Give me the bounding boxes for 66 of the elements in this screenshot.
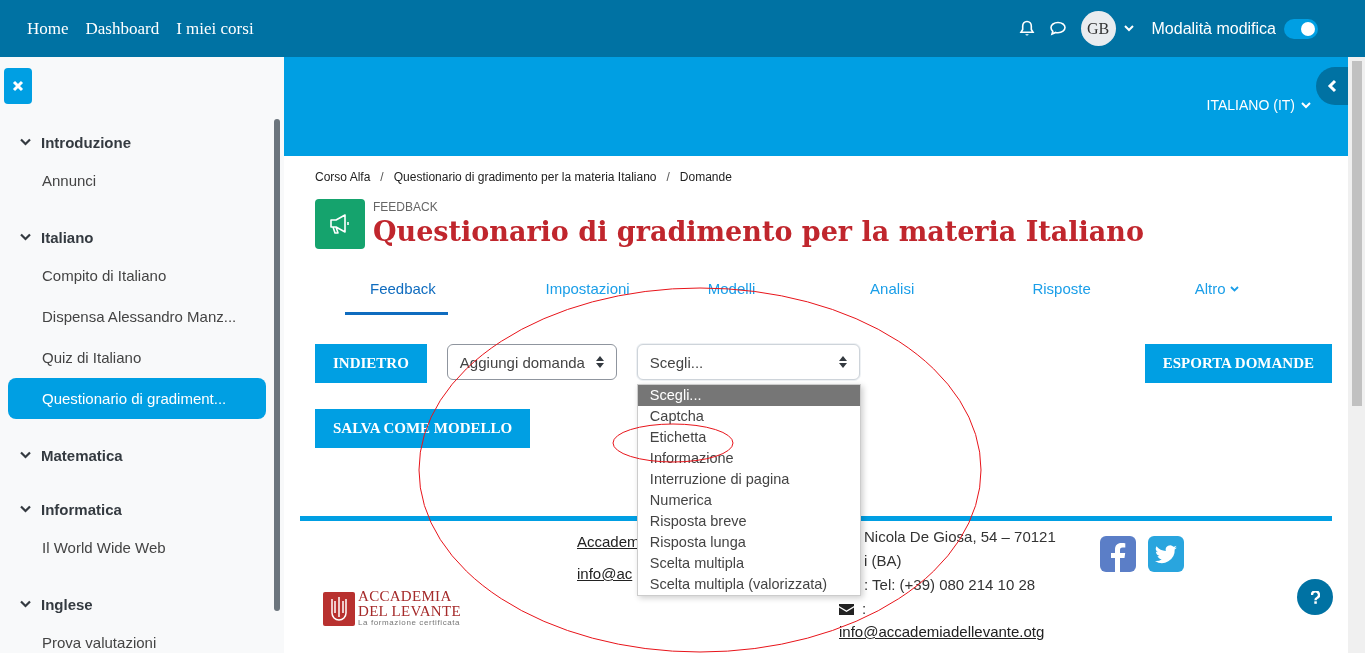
breadcrumb-separator: / (380, 170, 384, 184)
facebook-icon[interactable] (1100, 536, 1136, 572)
chevron-icon[interactable] (20, 451, 31, 459)
email-link[interactable]: info@accademiadellevante.otg (839, 621, 1056, 643)
section-title[interactable]: Inglese (41, 595, 93, 613)
caret-icon[interactable] (1123, 25, 1134, 32)
sidebar-item[interactable]: Prova valutazioni (8, 622, 266, 653)
footer-link[interactable]: Accadem (577, 531, 640, 553)
section-title[interactable]: Informatica (41, 500, 122, 518)
sidebar-item[interactable]: Il World Wide Web (8, 527, 266, 568)
nav-link[interactable]: I miei corsi (176, 18, 254, 39)
twitter-icon[interactable] (1148, 536, 1184, 572)
sidebar-item[interactable]: Annunci (8, 160, 266, 201)
close-sidebar-button[interactable] (4, 68, 32, 104)
page-title: Questionario di gradimento per la materia Italiano (373, 215, 1144, 249)
section-title[interactable]: Italiano (41, 228, 94, 246)
dropdown-option[interactable]: Risposta breve (637, 511, 860, 532)
sidebar-scrollbar[interactable] (274, 119, 280, 611)
sidebar-item[interactable]: Dispensa Alessandro Manz... (8, 296, 266, 337)
dropdown-option[interactable]: Interruzione di pagina (637, 469, 860, 490)
sidebar-item[interactable]: Compito di Italiano (8, 255, 266, 296)
academy-logo-icon (322, 591, 356, 627)
dropdown-option[interactable]: Etichetta (637, 427, 860, 448)
help-button[interactable] (1297, 579, 1333, 615)
sort-arrows-icon (595, 356, 604, 368)
question-mark-icon (1310, 590, 1320, 604)
chat-bubble-icon[interactable] (1048, 21, 1067, 36)
sidebar-item[interactable]: Quiz di Italiano (8, 337, 266, 378)
tab[interactable]: Feedback (345, 269, 449, 315)
logo-tagline: La formazione certificata (358, 619, 461, 627)
page-scrollbar[interactable] (1348, 57, 1365, 653)
email-label: : (862, 599, 867, 619)
question-type-select[interactable]: Scegli... (636, 344, 860, 380)
chevron-icon[interactable] (20, 138, 31, 146)
dropdown-option[interactable]: Captcha (637, 406, 860, 427)
breadcrumb-link[interactable]: Questionario di gradimento per la materia Italiano (393, 170, 657, 184)
nav-link[interactable]: Home (27, 18, 69, 39)
dropdown-option[interactable]: Scelta multipla (valorizzata) (637, 574, 860, 595)
breadcrumb-separator: / (666, 170, 670, 184)
breadcrumb-link[interactable]: Domande (679, 170, 732, 184)
footer-link[interactable]: info@ac (577, 563, 640, 585)
breadcrumb-link[interactable]: Corso Alfa (315, 170, 371, 184)
dropdown-option[interactable]: Numerica (637, 490, 860, 511)
activity-type-label: FEEDBACK (373, 200, 439, 214)
chevron-left-icon (1327, 79, 1337, 93)
chevron-icon[interactable] (20, 600, 31, 608)
logo-name: ACCADEMIA (358, 589, 453, 604)
chevron-icon[interactable] (20, 233, 31, 241)
nav-link[interactable]: Dashboard (85, 18, 160, 39)
dropdown-option[interactable]: Risposta lunga (637, 532, 860, 553)
open-drawer-button[interactable] (1316, 67, 1348, 105)
dropdown-option[interactable]: Scelta multipla (637, 553, 860, 574)
edit-mode-toggle[interactable] (1284, 18, 1318, 39)
close-icon (12, 80, 24, 92)
logo-name: DEL LEVANTE (358, 604, 461, 619)
bell-icon[interactable] (1018, 20, 1035, 37)
sort-arrows-icon (838, 356, 847, 368)
dropdown-option[interactable]: Scegli... (637, 385, 860, 406)
user-avatar[interactable]: GB (1080, 11, 1116, 46)
chevron-icon[interactable] (20, 505, 31, 513)
edit-mode-label: Modalità modifica (1151, 19, 1276, 38)
section-title[interactable]: Introduzione (41, 133, 131, 151)
envelope-icon (839, 603, 854, 615)
address-text: i (BA) (864, 551, 903, 571)
section-title[interactable]: Matematica (41, 446, 123, 464)
caret-icon[interactable] (1301, 102, 1311, 109)
